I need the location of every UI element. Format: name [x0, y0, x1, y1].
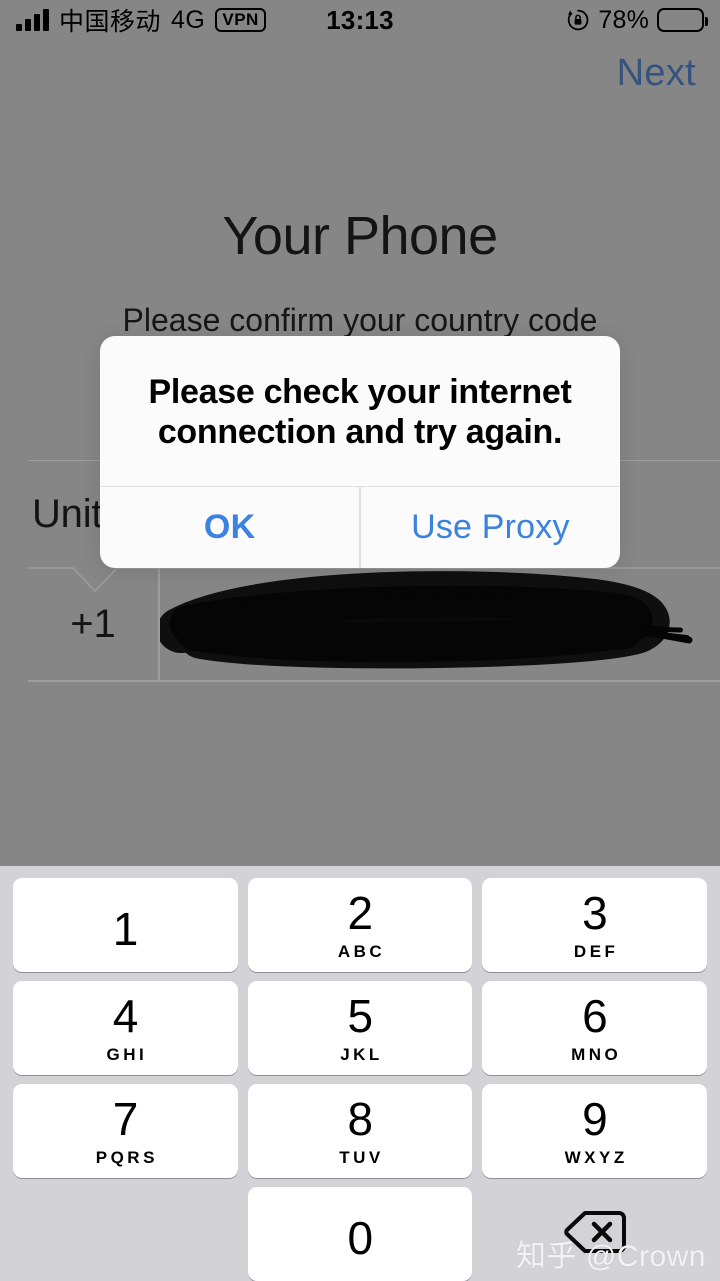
- key-letters: ABC: [337, 942, 386, 961]
- phone-number-row[interactable]: +1: [28, 568, 720, 680]
- phone-row-bottom-rule: [28, 680, 720, 682]
- keypad-cell: 6 MNO: [477, 981, 712, 1075]
- network-error-alert: Please check your internet connection an…: [100, 336, 620, 569]
- clock-label: 13:13: [326, 4, 394, 35]
- key-digit: 1: [112, 903, 139, 955]
- battery-percent-label: 78%: [598, 5, 649, 34]
- keypad-row: 4 GHI 5 JKL 6 MNO: [8, 981, 712, 1075]
- key-2[interactable]: 2 ABC: [247, 878, 473, 972]
- phone-number-input[interactable]: [159, 568, 720, 680]
- alert-use-proxy-button[interactable]: Use Proxy: [361, 487, 620, 568]
- key-1[interactable]: 1: [13, 878, 238, 972]
- key-letters: MNO: [571, 1045, 622, 1064]
- rotation-lock-icon: [566, 8, 590, 32]
- carrier-label: 中国移动: [59, 8, 162, 36]
- keypad-row: 1 2 ABC 3 DEF: [8, 878, 712, 972]
- key-7[interactable]: 7 PQRS: [13, 1084, 238, 1178]
- key-3[interactable]: 3 DEF: [482, 878, 708, 972]
- status-bar-left: 中国移动 4G VPN: [16, 2, 326, 38]
- key-8[interactable]: 8 TUV: [247, 1084, 473, 1178]
- numeric-keypad: 1 2 ABC 3 DEF 4 GHI 5 JKL 6 MNO 7 PQRS 8…: [0, 866, 720, 1281]
- keypad-blank-cell: [8, 1187, 243, 1281]
- keypad-cell: 3 DEF: [477, 878, 712, 972]
- keypad-cell: 4 GHI: [8, 981, 243, 1075]
- keypad-cell: 5 JKL: [243, 981, 478, 1075]
- keypad-cell: 9 WXYZ: [477, 1084, 712, 1178]
- keypad-cell: 0: [243, 1187, 478, 1281]
- key-9[interactable]: 9 WXYZ: [482, 1084, 708, 1178]
- key-digit: 9: [582, 1093, 608, 1145]
- keypad-cell: 7 PQRS: [8, 1084, 243, 1178]
- key-digit: 7: [112, 1093, 139, 1145]
- alert-actions: OK Use Proxy: [100, 486, 620, 569]
- key-digit: 5: [347, 990, 373, 1042]
- key-digit: 6: [582, 990, 608, 1042]
- page-title: Your Phone: [222, 206, 498, 266]
- alert-body: Please check your internet connection an…: [100, 336, 620, 486]
- status-bar-right: 78%: [394, 5, 708, 35]
- vpn-badge: VPN: [215, 8, 266, 32]
- key-digit: 0: [347, 1212, 373, 1264]
- redaction-scribble: [159, 571, 692, 669]
- key-6[interactable]: 6 MNO: [482, 981, 708, 1075]
- key-digit: 3: [582, 887, 608, 939]
- key-digit: 2: [347, 887, 373, 939]
- navigation-bar: Next: [0, 52, 720, 110]
- key-letters: DEF: [573, 942, 619, 961]
- key-letters: TUV: [339, 1148, 384, 1167]
- keypad-cell: 1: [8, 878, 243, 972]
- alert-ok-button[interactable]: OK: [100, 487, 359, 568]
- network-type-label: 4G: [171, 5, 206, 34]
- key-letters: JKL: [340, 1045, 383, 1064]
- keypad-row: 7 PQRS 8 TUV 9 WXYZ: [8, 1084, 712, 1178]
- page-subtitle: Please confirm your country code: [122, 302, 598, 338]
- watermark: 知乎 @Crown: [516, 1240, 706, 1273]
- key-4[interactable]: 4 GHI: [13, 981, 238, 1075]
- key-letters: WXYZ: [564, 1148, 628, 1167]
- key-0[interactable]: 0: [247, 1187, 473, 1281]
- phone-screen: 中国移动 4G VPN 13:13 78% Next Your Phone Pl…: [0, 0, 720, 1281]
- next-button[interactable]: Next: [617, 52, 696, 95]
- alert-title: Please check your internet connection an…: [148, 373, 572, 452]
- keypad-cell: 2 ABC: [243, 878, 478, 972]
- key-digit: 4: [112, 990, 139, 1042]
- cellular-signal-icon: [16, 9, 49, 31]
- battery-icon: [657, 8, 708, 32]
- keypad-cell: 8 TUV: [243, 1084, 478, 1178]
- key-5[interactable]: 5 JKL: [247, 981, 473, 1075]
- status-bar: 中国移动 4G VPN 13:13 78%: [0, 0, 720, 40]
- key-digit: 8: [347, 1093, 373, 1145]
- key-letters: GHI: [106, 1045, 148, 1064]
- dial-code-label: +1: [70, 601, 116, 646]
- key-letters: PQRS: [95, 1148, 158, 1167]
- status-bar-center: 13:13: [326, 5, 394, 36]
